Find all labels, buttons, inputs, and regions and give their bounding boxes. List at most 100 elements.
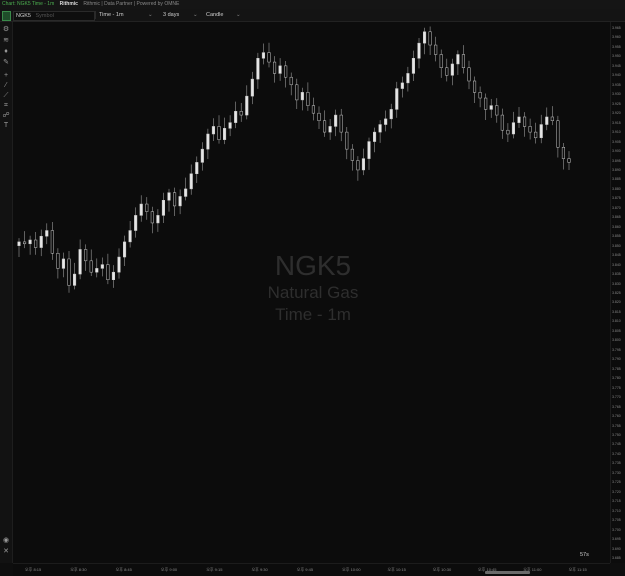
candle-body [223, 128, 227, 140]
chart-area[interactable]: NGK5 Natural Gas Time - 1m [13, 22, 610, 563]
candle-body [378, 124, 382, 133]
price-tick-label: 3.750 [612, 432, 621, 437]
price-tick-label: 3.695 [612, 537, 621, 542]
chevron-down-icon: ⌄ [236, 12, 241, 18]
candle-body [361, 158, 365, 171]
chart-type-icon[interactable] [2, 11, 11, 21]
price-tick-label: 3.795 [612, 347, 621, 352]
candle-body [306, 92, 310, 106]
range-select[interactable]: 3 days ⌄ [163, 11, 199, 19]
trademark-text: Rithmic | Data Partner | Powered by OMNE [83, 1, 180, 7]
candle-body [28, 239, 32, 245]
price-tick-label: 3.770 [612, 395, 621, 400]
candle-body [567, 158, 571, 163]
candle-body [534, 131, 538, 139]
candle-body [217, 126, 221, 140]
price-tick-label: 3.715 [612, 499, 621, 504]
price-axis[interactable]: 3.965 3.960 3.955 3.950 3.945 3.940 3.935 3.930… [610, 22, 625, 563]
price-tick-label: 3.685 [612, 556, 621, 560]
price-tick-label: 3.955 [612, 44, 621, 49]
layers-icon[interactable]: ≋ [2, 37, 10, 45]
price-tick-label: 3.700 [612, 527, 621, 532]
candlestick-series [17, 26, 571, 293]
candle-body [300, 92, 304, 101]
price-tick-label: 3.835 [612, 272, 621, 277]
time-tick-label: 오후 8:30 [70, 567, 87, 572]
time-tick-label: 오후 8:45 [115, 567, 132, 572]
candle-body [406, 73, 410, 84]
candle-body [128, 230, 132, 243]
time-tick-label: 오후 10:00 [342, 567, 361, 572]
price-tick-label: 3.935 [612, 82, 621, 87]
candle-body [489, 105, 493, 110]
price-tick-label: 3.870 [612, 205, 621, 210]
price-tick-label: 3.940 [612, 73, 621, 78]
candle-body [228, 122, 232, 129]
trendline-icon[interactable]: ⁄ [2, 82, 10, 90]
candle-body [411, 58, 415, 74]
price-tick-label: 3.965 [612, 26, 621, 30]
range-value: 3 days [163, 12, 180, 18]
price-tick-label: 3.915 [612, 120, 621, 125]
ray-icon[interactable]: ⟋ [2, 92, 10, 100]
candle-body [473, 80, 477, 93]
candle-body [34, 239, 38, 248]
candle-body [528, 126, 532, 133]
text-icon[interactable]: T [2, 122, 10, 130]
candle-body [434, 44, 438, 55]
candle-body [356, 160, 360, 171]
candle-body [178, 196, 182, 207]
candle-body [284, 65, 288, 78]
time-tick-label: 오후 9:30 [251, 567, 268, 572]
candle-body [545, 116, 549, 125]
trash-icon[interactable]: ✕ [2, 548, 10, 556]
pen-icon[interactable]: ✎ [2, 59, 10, 67]
style-select[interactable]: Candle ⌄ [206, 11, 242, 19]
time-tick-label: 오후 9:15 [206, 567, 223, 572]
visibility-icon[interactable]: ◉ [2, 537, 10, 545]
symbol-input[interactable]: NGK5 Symbol [13, 11, 95, 21]
price-tick-label: 3.855 [612, 234, 621, 239]
bar-countdown: 57s [580, 552, 589, 558]
price-tick-label: 3.780 [612, 376, 621, 381]
candle-body [111, 271, 115, 281]
chart-toolbar: NGK5 Symbol Time - 1m ⌄ 3 days ⌄ Candle … [0, 9, 625, 22]
price-tick-label: 3.945 [612, 63, 621, 68]
price-tick-label: 3.755 [612, 423, 621, 428]
time-axis[interactable]: 오후 8:15 오후 8:30 오후 8:45 오후 9:00 오후 9:15 오후 9:… [13, 563, 610, 576]
style-value: Candle [206, 12, 224, 18]
candle-body [384, 118, 388, 125]
price-tick-label: 3.785 [612, 366, 621, 371]
crosshair-icon[interactable]: + [2, 72, 10, 80]
price-tick-label: 3.710 [612, 508, 621, 513]
measure-icon[interactable]: ⌗ [2, 102, 10, 110]
candle-body [45, 230, 49, 237]
price-tick-label: 3.880 [612, 186, 621, 191]
candle-body [556, 120, 560, 148]
candle-body [184, 188, 188, 197]
price-tick-label: 3.735 [612, 461, 621, 466]
symbol-placeholder: Symbol [35, 13, 54, 19]
title-bar: Chart: NGK5 Time - 1m Rithmic Rithmic | … [0, 0, 625, 9]
candle-body [389, 109, 393, 120]
time-tick-label: 오후 8:15 [25, 567, 42, 572]
interval-select[interactable]: Time - 1m ⌄ [99, 11, 155, 19]
price-tick-label: 3.720 [612, 489, 621, 494]
alert-icon[interactable]: ♦ [2, 48, 10, 56]
candle-body [256, 58, 260, 80]
candle-body [78, 249, 82, 275]
fib-icon[interactable]: ☍ [2, 112, 10, 120]
candle-body [89, 260, 93, 273]
candle-body [550, 116, 554, 122]
price-tick-label: 3.845 [612, 253, 621, 258]
candle-body [206, 133, 210, 150]
candle-body [400, 82, 404, 89]
candle-body [456, 54, 460, 65]
time-scrollbar[interactable] [485, 571, 530, 574]
interval-value: Time - 1m [99, 12, 124, 18]
price-tick-label: 3.815 [612, 309, 621, 314]
price-tick-label: 3.730 [612, 470, 621, 475]
candle-body [267, 52, 271, 63]
chart-settings-icon[interactable]: ⚙ [2, 26, 10, 34]
candle-body [311, 105, 315, 114]
